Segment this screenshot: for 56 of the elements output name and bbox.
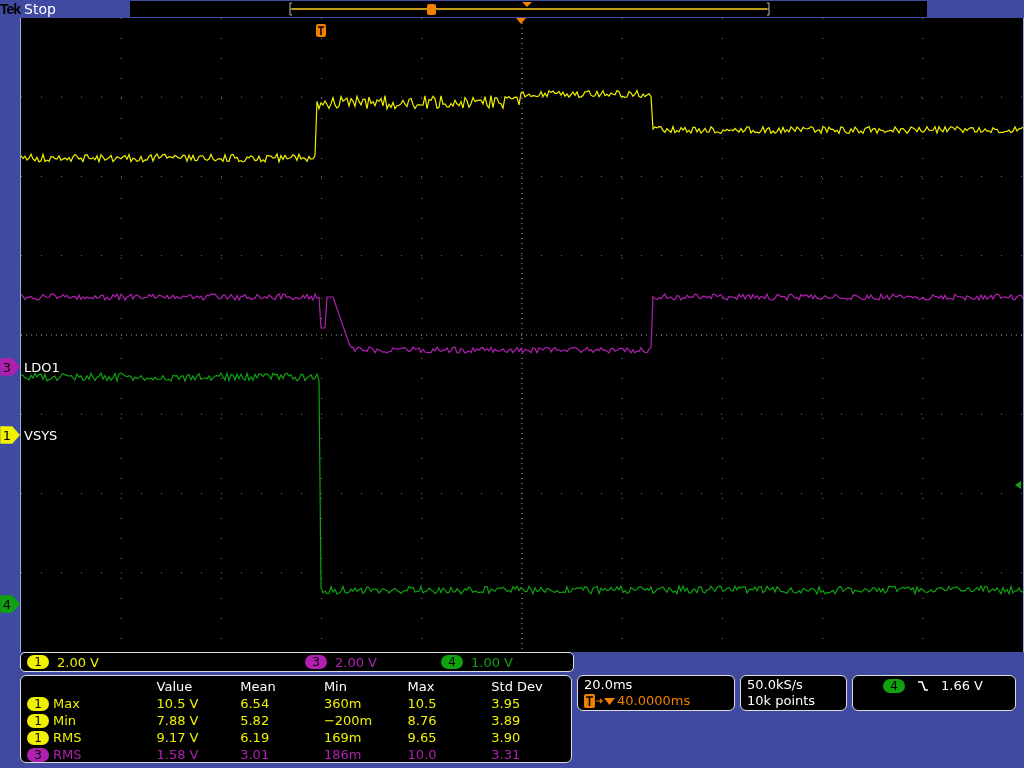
trigger-level-icon [1015, 481, 1021, 489]
channel-marker[interactable]: 1 [0, 426, 20, 444]
table-cell-text: 3.01 [240, 747, 271, 762]
table-cell-text: 10.0 [407, 747, 438, 762]
brand-label: Tek [0, 1, 21, 17]
channel-badge: 3 [27, 747, 49, 762]
table-cell-text: 9.17 V [156, 730, 200, 745]
column-header: Max [407, 679, 436, 694]
table-cell-text: 3.90 [491, 730, 522, 745]
falling-edge-icon [917, 679, 929, 693]
table-cell-text: 6.54 [240, 696, 271, 711]
trigger-delay-icon [584, 694, 616, 708]
table-cell-text: 8.76 [407, 713, 438, 728]
column-header: Min [323, 679, 348, 694]
table-cell-text: 3.89 [491, 713, 522, 728]
channel-badge: 4 [883, 679, 905, 693]
table-cell-text: 3.95 [491, 696, 522, 711]
table-cell-text: 10.5 V [156, 696, 200, 711]
channel-badge: 1 [27, 655, 49, 669]
trigger-level: 1.66 V [941, 678, 983, 694]
table-cell-text: 5.82 [240, 713, 271, 728]
channel-badge: 1 [27, 696, 49, 711]
sample-rate: 50.0kS/s [747, 677, 804, 693]
trigger-marker-icon [316, 24, 326, 37]
measurement-type: Min [53, 713, 77, 728]
channel-badge: 3 [305, 655, 327, 669]
column-header: Value [156, 679, 194, 694]
channel-badge: 4 [441, 655, 463, 669]
channel-marker[interactable]: 4 [0, 595, 20, 613]
channel-badge: 1 [27, 713, 49, 728]
table-cell-text: 360m [323, 696, 363, 711]
horizontal-scale: 20.0ms [584, 677, 634, 693]
table-cell-text: 9.65 [407, 730, 438, 745]
measurement-type: RMS [53, 747, 82, 762]
scale-value: 2.00 V [335, 654, 377, 670]
table-cell-text: −200m [323, 713, 374, 728]
channel-marker[interactable]: 3 [0, 358, 20, 376]
channel-label: LDO1 [24, 359, 60, 375]
column-header: Mean [240, 679, 277, 694]
table-cell-text: 3.31 [491, 747, 522, 762]
channel-label: VSYS [24, 427, 58, 443]
trigger-position: 40.0000ms [617, 693, 691, 709]
scale-value: 1.00 V [471, 654, 513, 670]
scale-value: 2.00 V [57, 654, 99, 670]
table-cell-text: 169m [323, 730, 363, 745]
table-cell-text: 6.19 [240, 730, 271, 745]
record-length: 10k points [747, 693, 817, 709]
column-header: Std Dev [491, 679, 544, 694]
table-cell-text: 1.58 V [156, 747, 200, 762]
channel-badge: 1 [27, 730, 49, 745]
acquisition-state: Stop [24, 1, 56, 17]
table-cell-text: 7.88 V [156, 713, 200, 728]
measurement-type: Max [53, 696, 80, 711]
table-cell-text: 186m [323, 747, 363, 762]
measurement-type: RMS [53, 730, 82, 745]
table-cell-text: 10.5 [407, 696, 438, 711]
